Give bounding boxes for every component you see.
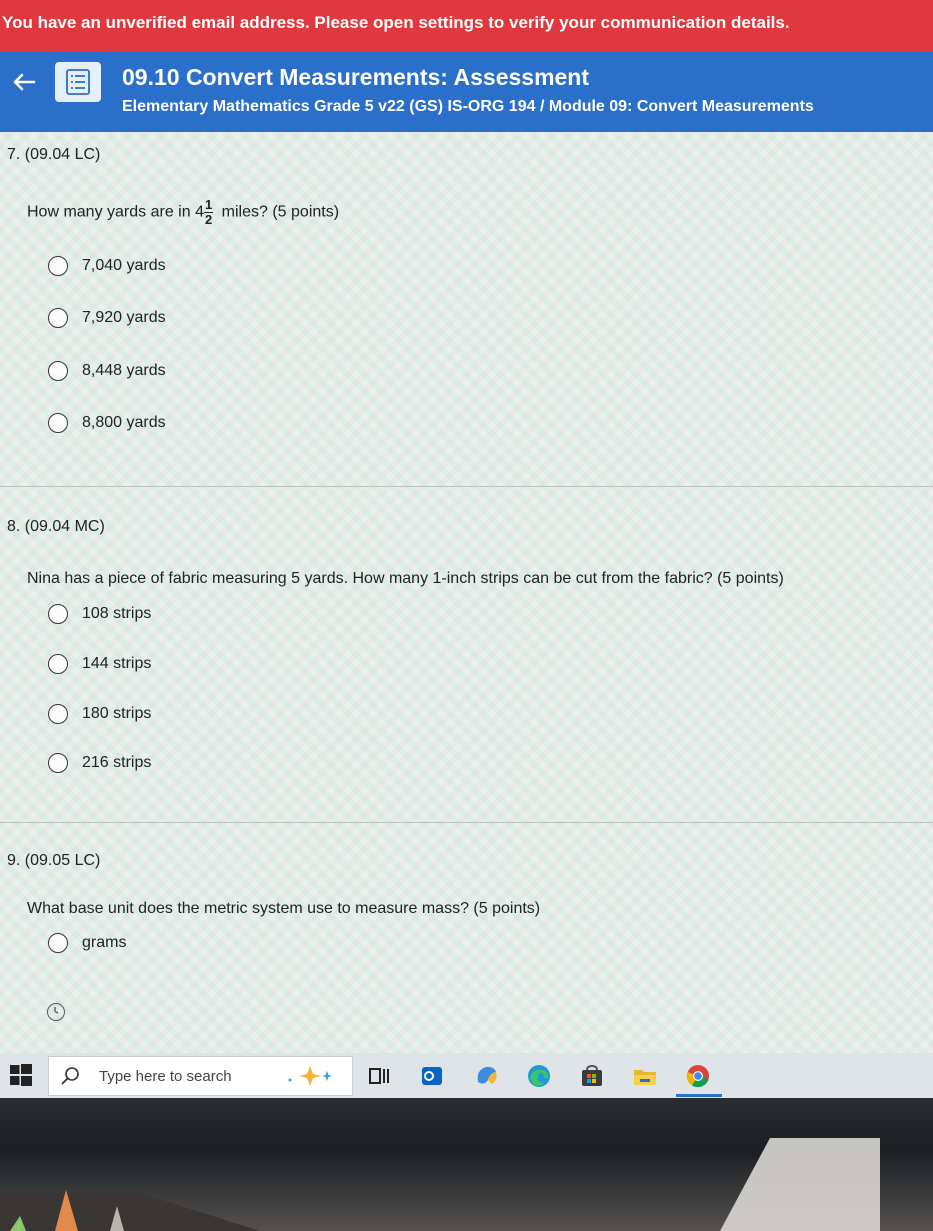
teams-icon[interactable] — [472, 1062, 500, 1090]
option-label: 7,040 yards — [82, 257, 166, 274]
assessment-list-icon — [55, 62, 101, 102]
question-number: 9. (09.05 LC) — [7, 852, 101, 869]
mixed-number-whole: 4 — [195, 203, 204, 221]
chrome-icon[interactable] — [684, 1062, 712, 1090]
browser-viewport: You have an unverified email address. Pl… — [0, 0, 933, 1100]
answer-option[interactable]: 180 strips — [48, 701, 151, 727]
question-text: How many yards are in 412 miles? (5 poin… — [27, 197, 340, 227]
answer-option[interactable]: 108 strips — [48, 601, 151, 627]
search-placeholder: Type here to search — [99, 1067, 232, 1085]
radio-button[interactable] — [48, 604, 68, 624]
search-icon — [61, 1067, 79, 1085]
fraction-denominator: 2 — [204, 212, 213, 227]
file-explorer-icon[interactable] — [631, 1062, 659, 1090]
fraction-numerator: 1 — [203, 197, 214, 213]
clock-icon — [47, 1003, 65, 1021]
question-number: 7. (09.04 LC) — [7, 146, 101, 163]
radio-button[interactable] — [48, 361, 68, 381]
option-label: 7,920 yards — [82, 309, 166, 326]
radio-button[interactable] — [48, 256, 68, 276]
active-app-indicator — [676, 1094, 722, 1097]
question-text: Nina has a piece of fabric measuring 5 y… — [27, 570, 784, 587]
option-label: 144 strips — [82, 655, 152, 672]
task-view-icon[interactable] — [365, 1062, 393, 1090]
radio-button[interactable] — [48, 654, 68, 674]
unverified-email-alert[interactable]: You have an unverified email address. Pl… — [0, 0, 933, 52]
question-number: 8. (09.04 MC) — [7, 518, 105, 535]
answer-option[interactable]: 7,920 yards — [48, 305, 166, 331]
fraction: 12 — [203, 197, 214, 227]
monitor-bezel-area — [0, 1098, 933, 1231]
radio-button[interactable] — [48, 308, 68, 328]
option-label: 108 strips — [82, 605, 152, 622]
page-title: 09.10 Convert Measurements: Assessment — [122, 64, 590, 90]
answer-option[interactable]: 8,800 yards — [48, 410, 166, 436]
edge-icon[interactable] — [525, 1062, 553, 1090]
question-divider — [0, 822, 933, 823]
option-label: 180 strips — [82, 705, 152, 722]
radio-button[interactable] — [48, 933, 68, 953]
radio-button[interactable] — [48, 413, 68, 433]
option-label: grams — [82, 934, 127, 951]
answer-option[interactable]: grams — [48, 930, 126, 956]
answer-option[interactable]: 8,448 yards — [48, 358, 166, 384]
question-divider — [0, 486, 933, 487]
option-label: 8,448 yards — [82, 362, 166, 379]
outlook-icon[interactable] — [418, 1062, 446, 1090]
radio-button[interactable] — [48, 753, 68, 773]
alert-text: You have an unverified email address. Pl… — [2, 13, 790, 32]
answer-option[interactable]: 216 strips — [48, 750, 151, 776]
copilot-sparkle-icon[interactable] — [280, 1063, 340, 1089]
question-text: What base unit does the metric system us… — [27, 900, 541, 917]
back-arrow-icon[interactable] — [6, 64, 42, 100]
answer-option[interactable]: 7,040 yards — [48, 253, 166, 279]
option-label: 216 strips — [82, 754, 152, 771]
taskbar-search-input[interactable]: Type here to search — [48, 1056, 353, 1096]
windows-taskbar: Type here to search — [0, 1053, 933, 1098]
radio-button[interactable] — [48, 704, 68, 724]
windows-start-icon[interactable] — [10, 1064, 32, 1086]
assessment-header: 09.10 Convert Measurements: Assessment E… — [0, 52, 933, 132]
breadcrumb: Elementary Mathematics Grade 5 v22 (GS) … — [122, 98, 814, 115]
answer-option[interactable]: 144 strips — [48, 651, 151, 677]
option-label: 8,800 yards — [82, 414, 166, 431]
store-icon[interactable] — [578, 1062, 606, 1090]
